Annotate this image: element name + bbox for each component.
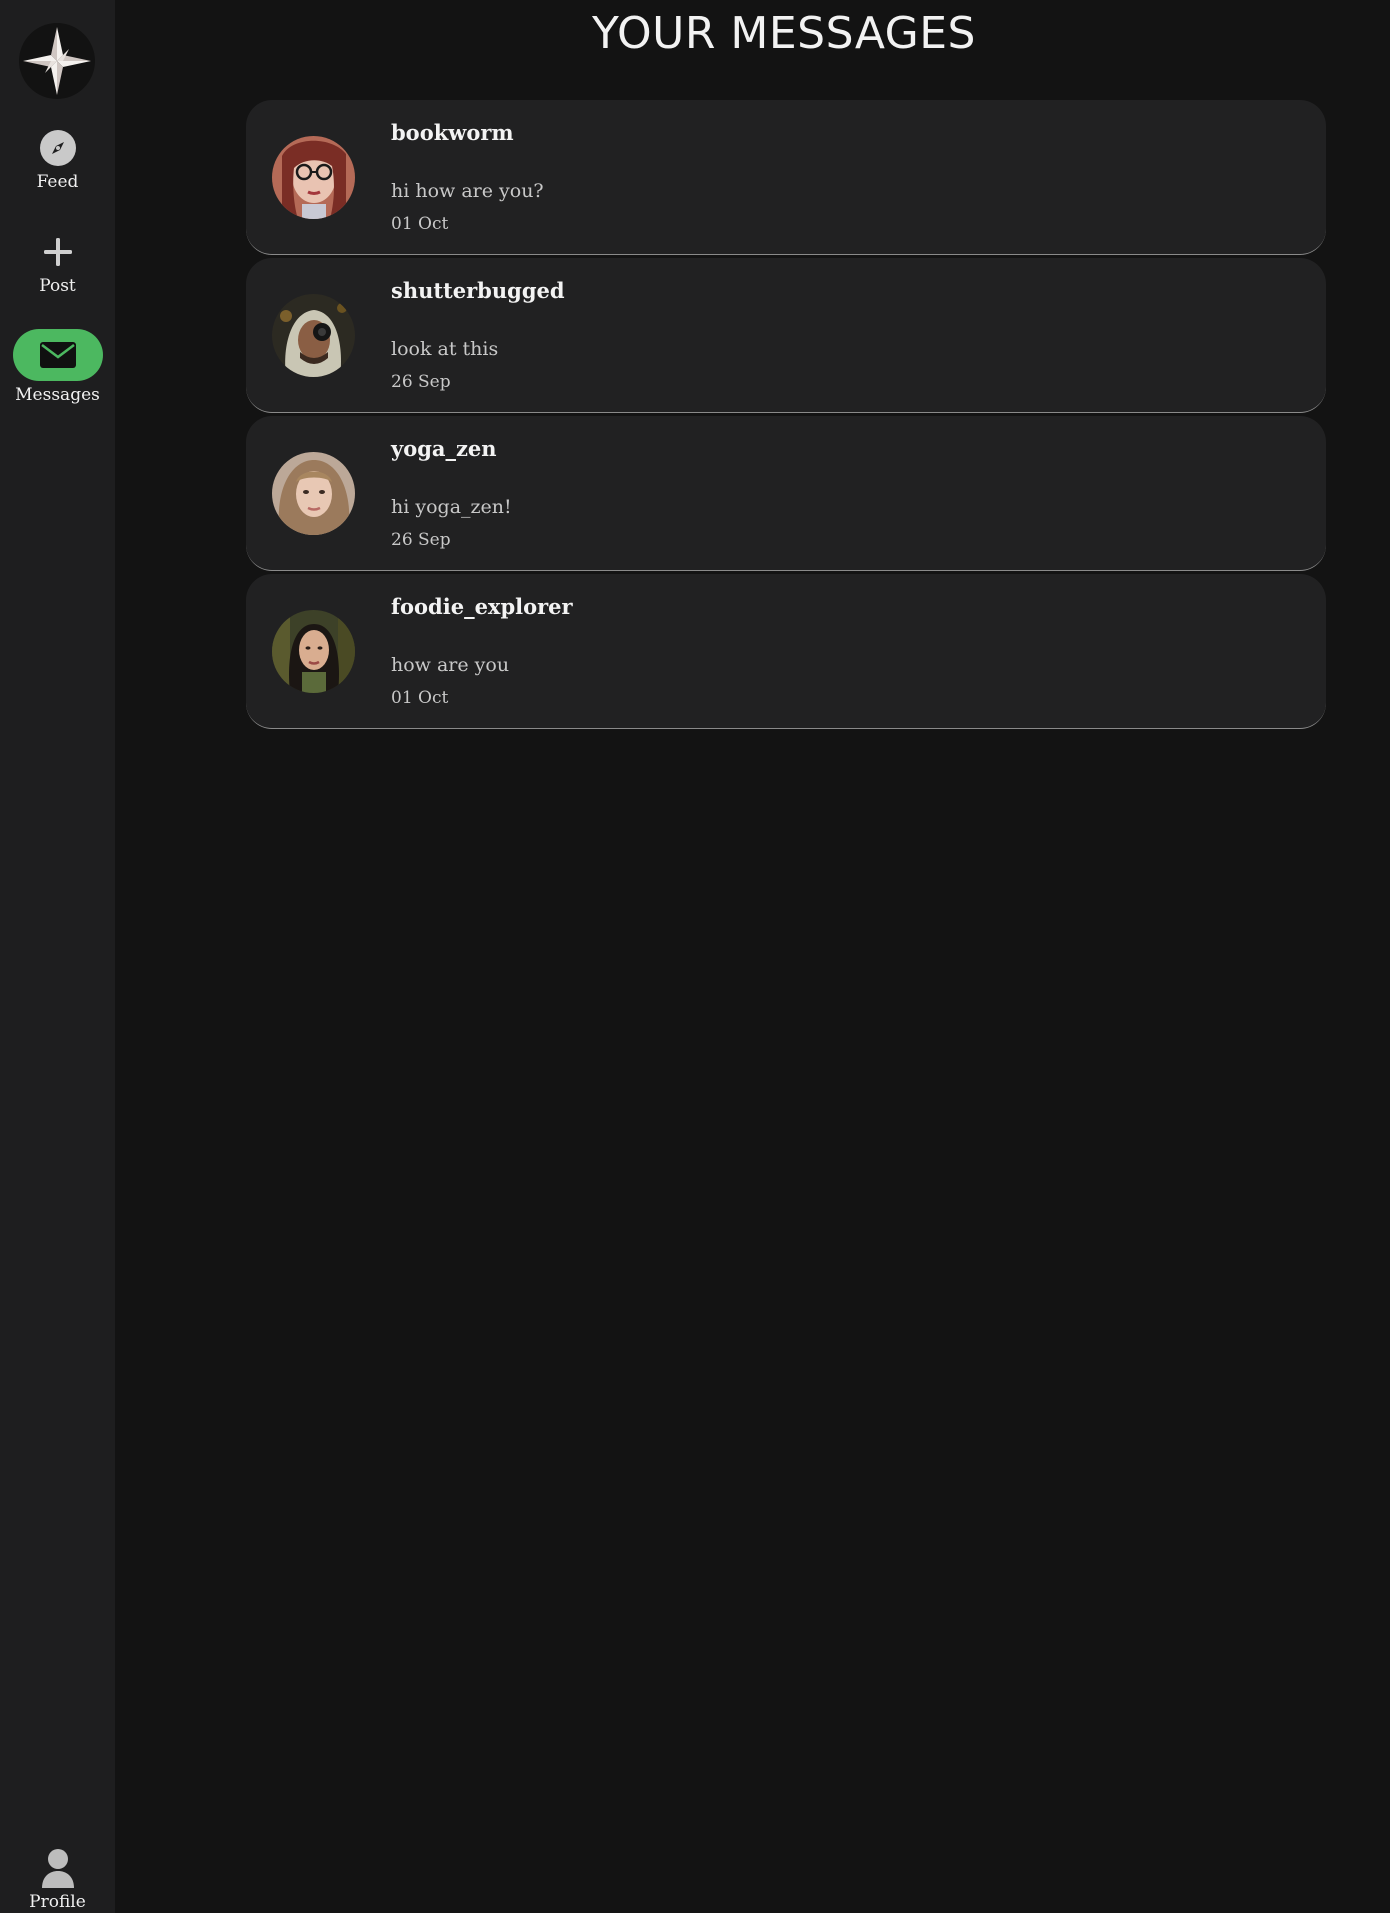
message-thread[interactable]: shutterbugged look at this 26 Sep [246, 258, 1326, 413]
nav-label-feed: Feed [36, 172, 79, 192]
page-title: YOUR MESSAGES [592, 8, 976, 59]
thread-username: bookworm [391, 120, 514, 145]
thread-preview: hi yoga_zen! [391, 496, 512, 518]
message-thread[interactable]: yoga_zen hi yoga_zen! 26 Sep [246, 416, 1326, 571]
nav-label-post: Post [39, 276, 76, 296]
thread-preview: look at this [391, 338, 499, 360]
avatar [272, 136, 355, 219]
nav-item-post[interactable]: Post [0, 232, 115, 296]
thread-username: yoga_zen [391, 436, 497, 461]
envelope-icon [12, 329, 103, 381]
avatar [272, 452, 355, 535]
nav-item-messages[interactable]: Messages [0, 329, 115, 405]
nav-item-feed[interactable]: Feed [0, 128, 115, 192]
thread-date: 26 Sep [391, 530, 451, 550]
thread-date: 01 Oct [391, 214, 449, 234]
thread-username: foodie_explorer [391, 594, 573, 619]
compass-star-icon[interactable] [19, 23, 95, 99]
nav-label-messages: Messages [15, 385, 100, 405]
avatar [272, 294, 355, 377]
plus-icon [38, 232, 78, 272]
thread-date: 26 Sep [391, 372, 451, 392]
compass-icon [38, 128, 78, 168]
thread-preview: hi how are you? [391, 180, 544, 202]
message-thread-list: bookworm hi how are you? 01 Oct shutterb… [246, 100, 1326, 732]
thread-preview: how are you [391, 654, 510, 676]
thread-username: shutterbugged [391, 278, 565, 303]
user-icon [38, 1848, 78, 1888]
sidebar: Feed Post Messages Profile [0, 0, 115, 1913]
message-thread[interactable]: foodie_explorer how are you 01 Oct [246, 574, 1326, 729]
message-thread[interactable]: bookworm hi how are you? 01 Oct [246, 100, 1326, 255]
main-content: YOUR MESSAGES bookworm hi how are you? 0… [115, 0, 1390, 1913]
nav-item-profile[interactable]: Profile [0, 1848, 115, 1912]
thread-date: 01 Oct [391, 688, 449, 708]
nav-label-profile: Profile [29, 1892, 86, 1912]
avatar [272, 610, 355, 693]
